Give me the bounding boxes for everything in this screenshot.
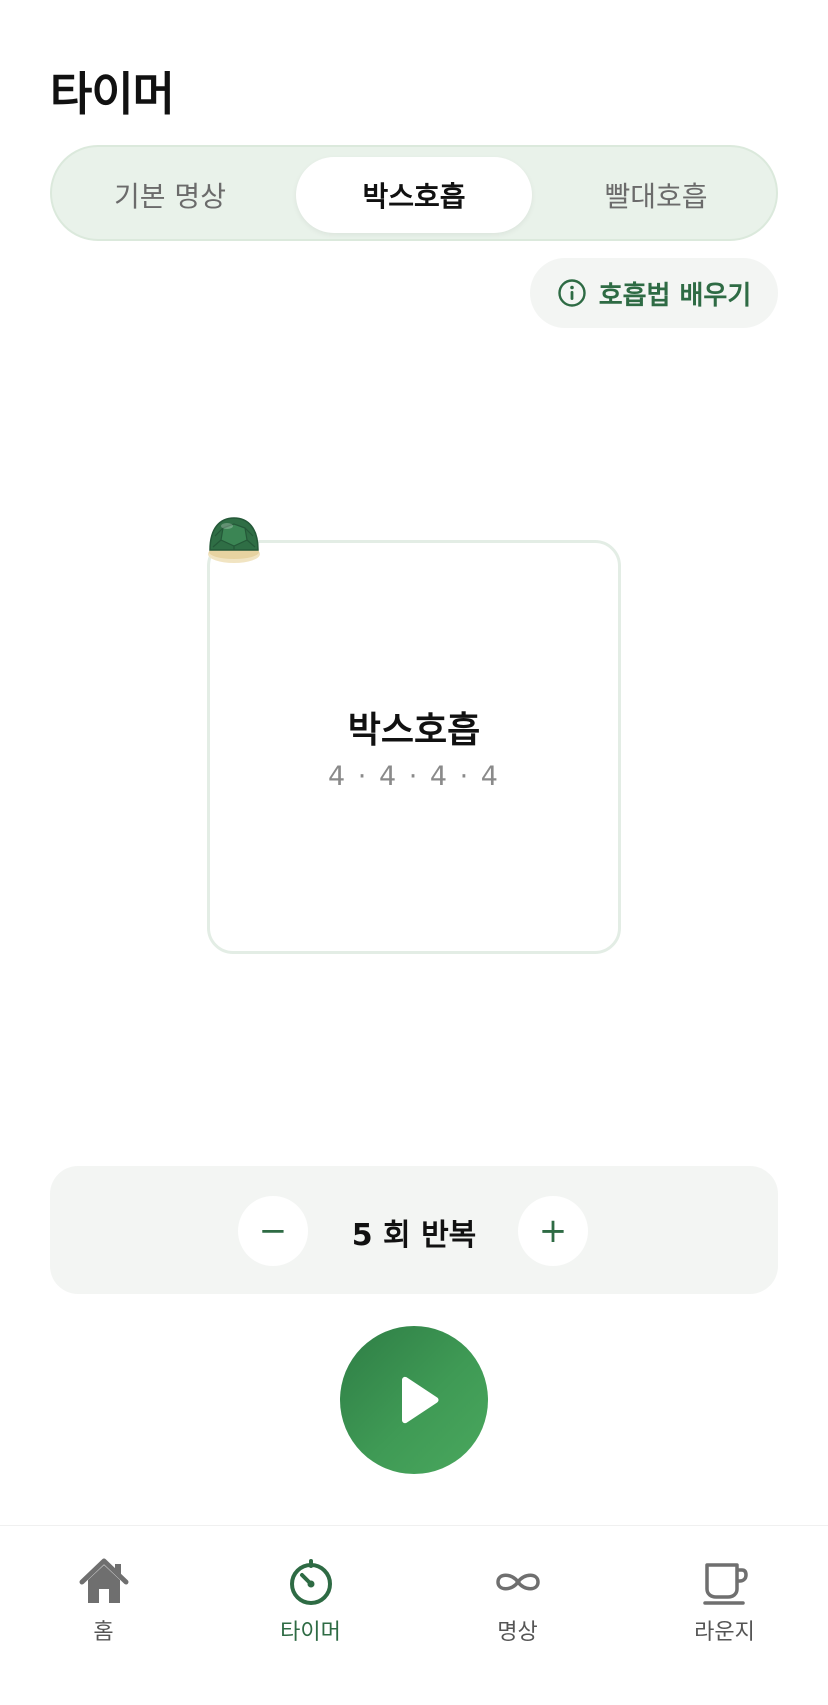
increase-repeat-button[interactable]: + [518,1196,588,1266]
page-title: 타이머 [50,67,175,121]
tab-timer-label: 타이머 [280,1620,341,1645]
tab-meditation-label: 명상 [497,1620,538,1645]
tab-home-label: 홈 [93,1620,114,1645]
info-icon [558,279,586,307]
timer-icon [289,1559,332,1605]
cup-icon [702,1563,748,1605]
tab-meditation[interactable]: 명상 [414,1556,621,1666]
tab-timer[interactable]: 타이머 [207,1556,414,1666]
tab-lounge[interactable]: 라운지 [621,1556,828,1666]
play-icon [402,1376,439,1424]
tab-basic-meditation[interactable]: 기본 명상 [52,157,288,233]
learn-breathing-button[interactable]: 호흡법 배우기 [530,258,778,328]
tab-straw-breathing[interactable]: 빨대호흡 [538,157,774,233]
breathing-pattern: 4 · 4 · 4 · 4 [328,761,500,792]
tab-lounge-label: 라운지 [694,1620,755,1645]
learn-breathing-label: 호흡법 배우기 [598,280,752,311]
turtle-icon [208,517,260,563]
breathing-mode-segmented-control: 기본 명상 박스호흡 빨대호흡 [50,145,778,241]
tab-home[interactable]: 홈 [0,1556,207,1666]
repeat-count-panel: − 5 회 반복 + [50,1166,778,1294]
tab-box-breathing[interactable]: 박스호흡 [296,157,532,233]
timer-screen: 타이머 기본 명상 박스호흡 빨대호흡 호흡법 배우기 박스호흡 4 · 4 ·… [0,0,828,1705]
bottom-tab-bar: 홈 타이머 명상 라운지 [0,1525,828,1705]
play-button[interactable] [340,1326,488,1474]
breathing-box-title: 박스호흡 [347,710,481,751]
home-icon [79,1558,128,1603]
repeat-count-label: 5 회 반복 [351,1218,477,1253]
infinity-icon [495,1573,540,1591]
breathing-box: 박스호흡 4 · 4 · 4 · 4 [207,540,621,954]
